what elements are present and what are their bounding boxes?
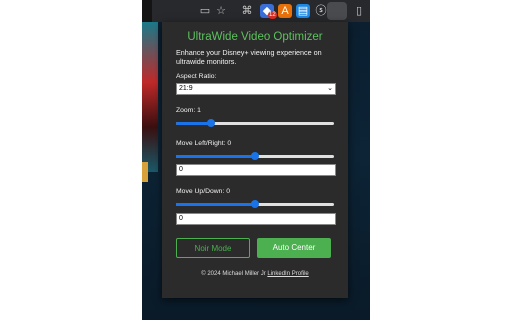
sidepanel-icon[interactable]: ▯ — [352, 4, 366, 18]
footer-copyright: © 2024 Michael Miller Jr — [201, 271, 266, 277]
badge-count: 12 — [268, 11, 277, 19]
move-lr-value: 0 — [227, 140, 232, 147]
zoom-label: Zoom: 1 — [176, 107, 201, 114]
slider-fill — [176, 155, 255, 158]
extension-a-icon[interactable]: ⌘ — [240, 4, 254, 18]
zoom-slider[interactable] — [176, 119, 334, 127]
move-lr-input[interactable]: 0 — [176, 164, 336, 176]
tab-strip-left — [142, 0, 152, 22]
slider-thumb[interactable] — [251, 200, 259, 208]
linkedin-link[interactable]: LinkedIn Profile — [267, 271, 308, 277]
poster-strip — [142, 162, 148, 182]
footer: © 2024 Michael Miller Jr LinkedIn Profil… — [162, 271, 348, 277]
chevron-down-icon: ⌄ — [327, 85, 333, 92]
auto-center-button[interactable]: Auto Center — [257, 238, 331, 258]
star-icon[interactable]: ☆ — [214, 4, 228, 18]
extension-d-icon[interactable]: ⓢ — [314, 4, 328, 18]
slider-fill — [176, 122, 211, 125]
zoom-label-text: Zoom: — [176, 107, 196, 114]
zoom-value: 1 — [197, 107, 201, 114]
move-ud-slider[interactable] — [176, 200, 334, 208]
move-lr-label-text: Move Left/Right: — [176, 140, 226, 147]
extension-active-icon[interactable] — [327, 2, 347, 20]
move-ud-value: 0 — [226, 188, 231, 195]
move-ud-input[interactable]: 0 — [176, 213, 336, 225]
tab-icon[interactable]: ▭ — [198, 4, 212, 18]
extension-popup: UltraWide Video Optimizer Enhance your D… — [162, 22, 348, 298]
move-lr-label: Move Left/Right: 0 — [176, 140, 231, 147]
extension-b-icon[interactable]: A — [278, 4, 292, 18]
aspect-ratio-select[interactable]: 21:9 ⌄ — [176, 83, 336, 95]
move-ud-label-text: Move Up/Down: — [176, 188, 225, 195]
aspect-ratio-value: 21:9 — [179, 85, 193, 92]
slider-thumb[interactable] — [206, 119, 215, 127]
intro-text: Enhance your Disney+ viewing experience … — [176, 48, 322, 66]
slider-fill — [176, 203, 255, 206]
slider-thumb[interactable] — [251, 152, 259, 160]
popup-title: UltraWide Video Optimizer — [187, 31, 323, 43]
move-ud-label: Move Up/Down: 0 — [176, 188, 230, 195]
poster-image — [142, 22, 158, 172]
extension-badge-icon[interactable]: ◆ 12 — [260, 4, 277, 19]
aspect-ratio-label: Aspect Ratio: — [176, 73, 217, 80]
noir-mode-button[interactable]: Noir Mode — [176, 238, 250, 258]
extension-c-icon[interactable]: ▤ — [296, 4, 310, 18]
move-lr-slider[interactable] — [176, 152, 334, 160]
